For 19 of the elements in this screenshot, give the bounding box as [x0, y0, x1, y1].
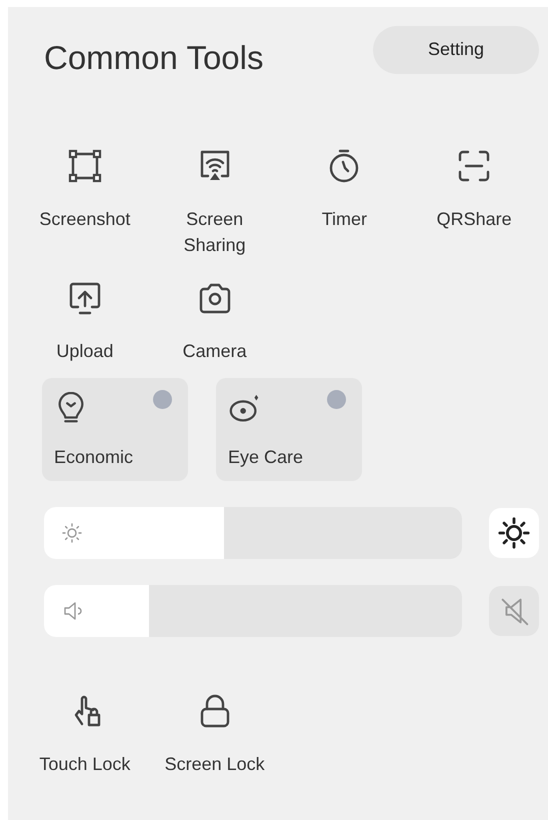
slider-track[interactable]	[44, 507, 462, 559]
sun-icon	[497, 516, 531, 550]
tool-button[interactable]: Upload	[20, 280, 150, 364]
volume-button[interactable]	[489, 586, 539, 636]
brightness-button[interactable]	[489, 508, 539, 558]
brightness-icon	[61, 522, 83, 544]
frame-icon	[66, 148, 103, 184]
tool-button[interactable]: Timer	[280, 148, 410, 258]
tool-button[interactable]: QRShare	[409, 148, 539, 258]
setting-button[interactable]: Setting	[373, 26, 539, 74]
tool-button[interactable]: Screen Sharing	[150, 148, 280, 258]
panel-title: Common Tools	[44, 41, 264, 74]
slider-track[interactable]	[44, 585, 462, 637]
mode-toggle[interactable]: Eye Care	[216, 378, 362, 481]
mode-toggle[interactable]: Economic	[42, 378, 188, 481]
tool-button[interactable]: Screen Lock	[150, 693, 280, 777]
tool-button[interactable]: Camera	[150, 280, 280, 364]
tool-button[interactable]: Touch Lock	[20, 693, 150, 777]
tool-button[interactable]: Screenshot	[20, 148, 150, 258]
